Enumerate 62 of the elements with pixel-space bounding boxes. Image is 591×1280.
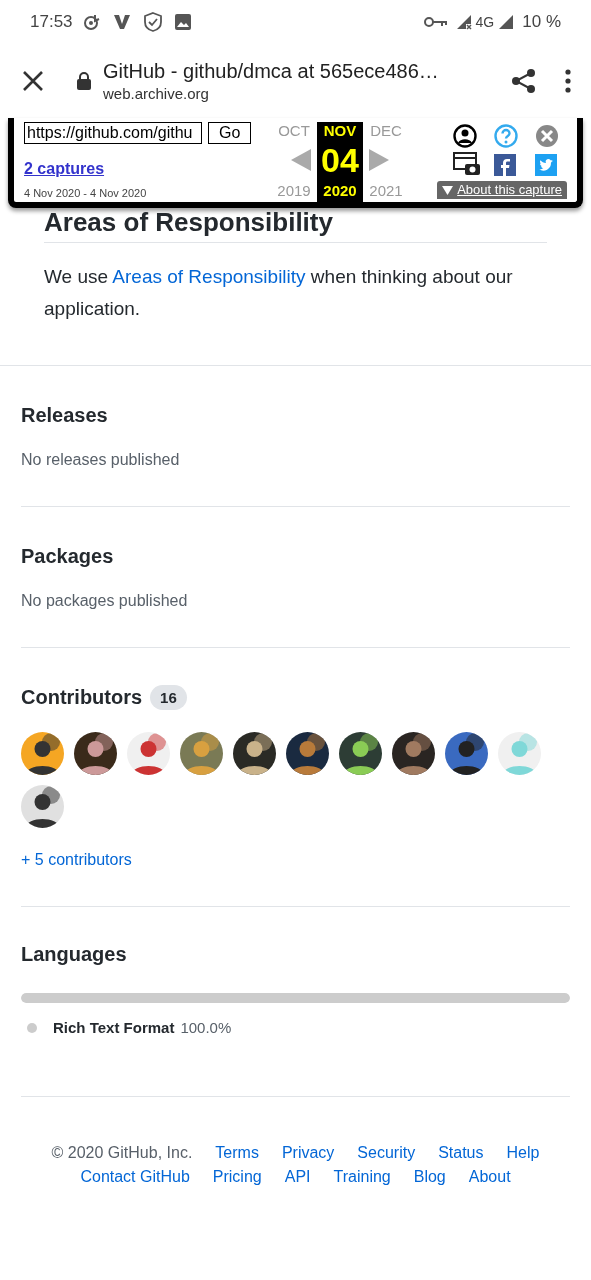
footer-link[interactable]: Training — [333, 1166, 391, 1187]
footer-link[interactable]: Privacy — [281, 1142, 335, 1163]
year-label[interactable]: 2019 — [277, 180, 311, 202]
footer-link[interactable]: Contact GitHub — [80, 1166, 190, 1187]
close-icon — [22, 70, 44, 92]
key-icon — [423, 16, 448, 28]
screenshot-icon[interactable] — [453, 152, 481, 176]
month-label[interactable]: DEC — [370, 122, 402, 140]
footer-link[interactable]: Help — [506, 1142, 540, 1163]
more-icon — [565, 69, 571, 93]
section-text: No packages published — [21, 591, 189, 611]
menu-button[interactable] — [565, 69, 571, 93]
share-button[interactable] — [511, 68, 537, 94]
copyright-text: © 2020 GitHub, Inc. — [51, 1142, 193, 1163]
year-label[interactable]: 2020 — [323, 180, 357, 202]
footer-link[interactable]: Pricing — [212, 1166, 262, 1187]
section-title: Packages — [21, 544, 114, 569]
close-icon[interactable] — [535, 124, 559, 148]
footer-link[interactable]: API — [284, 1166, 311, 1187]
url-field[interactable]: https://github.com/githu — [24, 122, 202, 144]
captures-link[interactable]: 2 captures — [24, 157, 105, 181]
music-note-icon — [82, 13, 101, 31]
footer-link[interactable]: Security — [357, 1142, 416, 1163]
section-title: Releases — [21, 403, 108, 428]
network-type: 4G — [475, 12, 495, 32]
go-button[interactable]: Go — [208, 122, 252, 144]
footer-link[interactable]: Terms — [215, 1142, 259, 1163]
share-icon — [511, 68, 537, 94]
footer-link[interactable]: Status — [438, 1142, 484, 1163]
year-label[interactable]: 2021 — [369, 180, 403, 202]
page-domain: web.archive.org — [103, 84, 210, 104]
more-contributors-link[interactable]: + 5 contributors — [21, 848, 132, 872]
day-number: 04 — [321, 140, 359, 180]
month-label[interactable]: NOV — [323, 122, 357, 140]
caret-icon — [442, 185, 454, 195]
readme-paragraph: We use Areas of Responsibility when thinking about our application. — [44, 265, 514, 321]
footer-link[interactable]: About — [468, 1166, 511, 1187]
count-badge: 16 — [150, 684, 187, 710]
section-text: No releases published — [21, 450, 181, 470]
lock-icon — [76, 71, 92, 91]
clock-time: 17:53 — [30, 11, 73, 34]
page-title: GitHub - github/dmca at 565ece486… — [103, 59, 439, 84]
v-logo-icon — [112, 14, 131, 30]
twitter-icon[interactable] — [535, 154, 557, 176]
image-icon — [174, 14, 191, 30]
user-icon[interactable] — [453, 124, 477, 148]
capture-range: 4 Nov 2020 - 4 Nov 2020 — [24, 186, 148, 201]
footer-link[interactable]: Blog — [413, 1166, 446, 1187]
no-signal-icon — [455, 14, 472, 30]
about-capture-button[interactable]: About this capture — [437, 181, 567, 199]
section-title: Languages — [21, 942, 127, 967]
section-title: Contributors — [21, 685, 143, 710]
month-label[interactable]: OCT — [278, 122, 310, 140]
language-name: Rich Text Format — [53, 1018, 175, 1038]
facebook-icon[interactable] — [494, 154, 516, 176]
section-heading: Areas of Responsibility — [44, 208, 334, 236]
responsibility-link[interactable]: Areas of Responsibility — [112, 266, 306, 287]
language-percent: 100.0% — [180, 1018, 232, 1038]
shield-check-icon — [142, 12, 163, 32]
signal-icon — [498, 14, 515, 30]
battery-level: 10 % — [522, 11, 561, 34]
help-icon[interactable] — [494, 124, 518, 148]
